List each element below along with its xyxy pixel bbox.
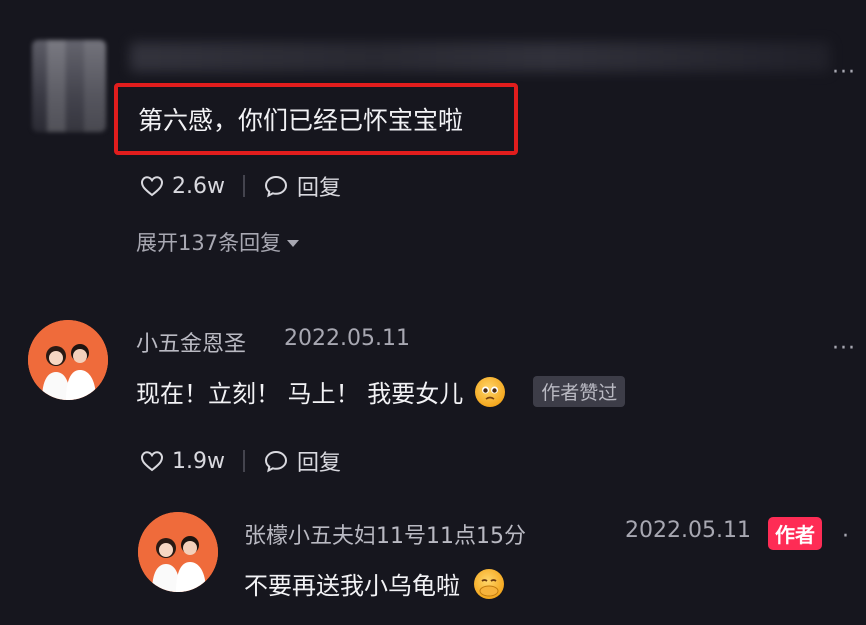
pleading-face-icon [475, 376, 506, 407]
expand-replies-button[interactable]: 展开137条回复 [136, 227, 300, 257]
avatar[interactable] [138, 512, 218, 592]
reply-label: 回复 [296, 451, 341, 476]
blurred-username [130, 42, 830, 72]
comment-date: 2022.05.11 [625, 518, 751, 543]
comment-actions: 2.6w 回复 [140, 170, 341, 202]
comment-bubble-icon [264, 450, 287, 473]
blurred-avatar[interactable] [32, 40, 106, 132]
username[interactable]: 张檬小五夫妇11号11点15分 [244, 518, 526, 550]
author-liked-badge: 作者赞过 [533, 376, 626, 407]
avatar[interactable] [28, 320, 108, 400]
heart-icon [140, 176, 164, 197]
reply-button[interactable]: 回复 [263, 170, 341, 202]
comment-date: 2022.05.11 [284, 326, 410, 351]
reply-text: 不要再送我小乌龟啦 [244, 572, 460, 600]
more-options-icon[interactable]: ··· [832, 60, 856, 85]
couple-avatar-icon [28, 320, 108, 400]
divider [242, 175, 245, 197]
author-badge: 作者 [768, 517, 822, 550]
couple-avatar-icon [138, 512, 218, 592]
comment-body: 现在！立刻！ 马上！ 我要女儿 作者赞过 [136, 374, 626, 409]
reply-label: 回复 [296, 176, 341, 201]
highlighted-comment: 第六感，你们已经已怀宝宝啦 [114, 83, 518, 155]
reply-button[interactable]: 回复 [263, 445, 341, 477]
like-count: 2.6w [172, 173, 225, 199]
like-button[interactable]: 1.9w [140, 449, 225, 474]
more-options-icon[interactable]: · [842, 524, 850, 549]
expand-replies-label: 展开137条回复 [136, 231, 282, 255]
more-options-icon[interactable]: ··· [832, 336, 856, 361]
reply-body: 不要再送我小乌龟啦 [244, 566, 504, 601]
username[interactable]: 小五金恩圣 [136, 326, 246, 358]
heart-icon [140, 451, 164, 472]
comment-text: 第六感，你们已经已怀宝宝啦 [138, 106, 464, 135]
comment-actions: 1.9w 回复 [140, 445, 341, 477]
chevron-down-icon [287, 239, 300, 247]
comment-text: 现在！立刻！ 马上！ 我要女儿 [136, 380, 464, 408]
like-button[interactable]: 2.6w [140, 174, 225, 199]
comment-bubble-icon [264, 175, 287, 198]
divider [242, 450, 245, 472]
pleading-hands-face-icon [474, 568, 504, 599]
like-count: 1.9w [172, 448, 225, 474]
